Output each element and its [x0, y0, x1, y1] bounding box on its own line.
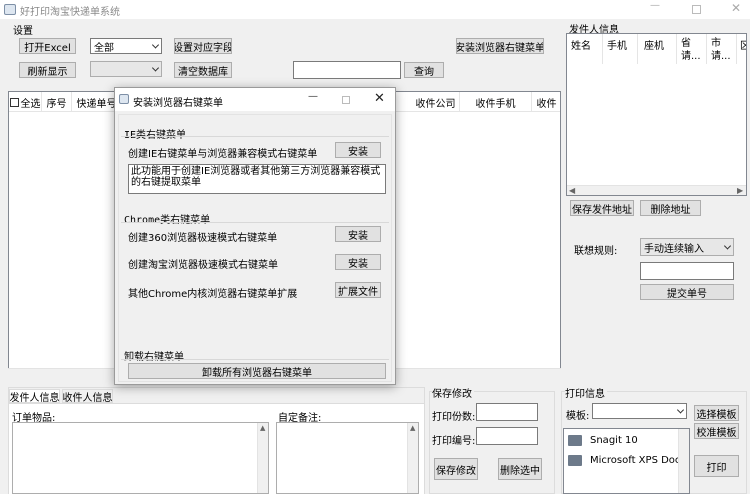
dialog-title-bar: 安装浏览器右键菜单 — ✕ — [115, 88, 395, 111]
minimize-icon[interactable]: — — [650, 0, 660, 11]
custom-note-scrollbar[interactable]: ▲ — [407, 423, 418, 493]
col-district[interactable]: 区 — [737, 34, 746, 64]
custom-note-textarea[interactable]: ▲ — [276, 422, 419, 494]
print-info-group-label: 打印信息 — [565, 385, 607, 400]
col-recipient[interactable]: 收件 — [532, 92, 560, 112]
checkbox[interactable] — [9, 97, 19, 107]
save-sender-address-button[interactable]: 保存发件地址 — [570, 200, 634, 216]
col-recipient-phone[interactable]: 收件手机 — [460, 92, 532, 112]
chevron-down-icon — [151, 41, 160, 49]
chrome-item-360: 创建360浏览器极速模式右键菜单 — [128, 233, 278, 244]
tab-sender-info[interactable]: 发件人信息 — [9, 389, 60, 403]
delete-address-button[interactable]: 删除地址 — [640, 200, 701, 216]
clear-db-button[interactable]: 清空数据库 — [174, 62, 232, 78]
close-icon[interactable]: ✕ — [374, 91, 385, 106]
scroll-left-icon[interactable]: ◀ — [569, 186, 575, 195]
submit-number-button[interactable]: 提交单号 — [640, 284, 734, 300]
printer-name: Microsoft XPS Docu — [590, 455, 687, 466]
divider — [121, 222, 389, 223]
window-title: 好打印淘宝快递单系统 — [20, 7, 120, 18]
install-360-button[interactable]: 安装 — [335, 226, 381, 242]
printer-list[interactable]: Snagit 10 Microsoft XPS Docu — [563, 428, 690, 494]
save-changes-button[interactable]: 保存修改 — [434, 458, 478, 480]
chevron-down-icon — [676, 406, 685, 414]
search-input[interactable] — [293, 61, 401, 79]
scroll-up-icon[interactable]: ▲ — [260, 424, 265, 432]
field-select[interactable] — [90, 61, 162, 77]
template-select[interactable] — [592, 403, 687, 419]
maximize-icon[interactable] — [692, 5, 701, 14]
col-city[interactable]: 市请... — [707, 34, 737, 64]
uninstall-all-button[interactable]: 卸载所有浏览器右键菜单 — [128, 363, 386, 379]
list-item[interactable]: Snagit 10 — [566, 433, 686, 449]
calibrate-template-button[interactable]: 校准模板 — [694, 423, 739, 439]
col-province[interactable]: 省请... — [677, 34, 707, 64]
select-all-header[interactable]: 全选 — [9, 92, 42, 112]
divider — [121, 359, 389, 360]
print-number-input[interactable] — [476, 427, 538, 445]
set-fields-button[interactable]: 设置对应字段 — [174, 38, 232, 54]
save-changes-group-label: 保存修改 — [432, 385, 474, 400]
print-count-input[interactable] — [476, 403, 538, 421]
chevron-down-icon — [151, 64, 160, 72]
extension-file-button[interactable]: 扩展文件 — [335, 282, 381, 298]
scroll-up-icon[interactable]: ▲ — [410, 424, 415, 432]
tracking-number-input[interactable] — [640, 262, 734, 280]
dialog-body: IE类右键菜单 创建IE右键菜单与浏览器兼容模式右键菜单 安装 此功能用于创建I… — [118, 114, 392, 382]
dialog-app-icon — [119, 94, 129, 104]
col-landline[interactable]: 座机 — [638, 34, 677, 64]
scroll-right-icon[interactable]: ▶ — [737, 186, 743, 195]
order-items-scrollbar[interactable]: ▲ — [257, 423, 268, 493]
install-menu-dialog: 安装浏览器右键菜单 — ✕ IE类右键菜单 创建IE右键菜单与浏览器兼容模式右键… — [114, 87, 396, 385]
assoc-rule-label: 联想规则: — [574, 246, 618, 257]
print-number-label: 打印编号: — [432, 436, 476, 447]
sender-hscrollbar[interactable]: ◀ ▶ — [567, 185, 746, 195]
sender-table[interactable]: 姓名 手机 座机 省请... 市请... 区 ◀ ▶ — [566, 33, 747, 196]
chrome-section-title: Chrome类右键菜单 — [124, 215, 211, 226]
delete-selected-button[interactable]: 删除选中 — [498, 458, 542, 480]
tab-receiver-info[interactable]: 收件人信息 — [62, 389, 113, 403]
print-count-label: 打印份数: — [432, 412, 476, 423]
minimize-icon[interactable]: — — [308, 91, 318, 102]
chrome-item-other: 其他Chrome内核浏览器右键菜单扩展 — [128, 289, 298, 300]
assoc-rule-select[interactable]: 手动连续输入 — [640, 238, 734, 256]
ie-section-title: IE类右键菜单 — [124, 130, 187, 141]
refresh-button[interactable]: 刷新显示 — [19, 62, 76, 78]
install-browser-menu-button[interactable]: 安装浏览器右键菜单 — [456, 38, 544, 54]
print-button[interactable]: 打印 — [694, 455, 739, 477]
close-icon[interactable]: ✕ — [731, 1, 741, 15]
open-excel-button[interactable]: 打开Excel — [19, 38, 76, 54]
query-button[interactable]: 查询 — [404, 62, 444, 78]
uninstall-section-title: 卸载右键菜单 — [124, 352, 184, 363]
printer-icon — [568, 435, 582, 446]
ie-item-label: 创建IE右键菜单与浏览器兼容模式右键菜单 — [128, 149, 318, 160]
settings-group-label: 设置 — [13, 26, 33, 37]
app-icon — [4, 4, 16, 15]
col-index[interactable]: 序号 — [42, 92, 72, 112]
title-bar: 好打印淘宝快递单系统 — ✕ — [0, 0, 750, 19]
chrome-item-taobao: 创建淘宝浏览器极速模式右键菜单 — [128, 260, 278, 271]
col-name[interactable]: 姓名 — [567, 34, 603, 64]
install-taobao-button[interactable]: 安装 — [335, 254, 381, 270]
list-item[interactable]: Microsoft XPS Docu — [566, 453, 687, 469]
order-items-textarea[interactable]: ▲ — [12, 422, 269, 494]
select-template-button[interactable]: 选择模板 — [694, 405, 739, 421]
template-label: 模板: — [566, 411, 590, 422]
maximize-icon[interactable] — [342, 96, 350, 104]
col-mobile[interactable]: 手机 — [603, 34, 638, 64]
ie-description: 此功能用于创建IE浏览器或者其他第三方浏览器兼容模式的右键提取菜单 — [128, 164, 386, 194]
dialog-title: 安装浏览器右键菜单 — [133, 98, 223, 109]
divider — [121, 136, 389, 137]
printer-icon — [568, 455, 582, 466]
printer-name: Snagit 10 — [590, 435, 638, 446]
col-recipient-company[interactable]: 收件公司 — [412, 92, 460, 112]
install-ie-button[interactable]: 安装 — [335, 142, 381, 158]
chevron-down-icon — [723, 242, 732, 250]
filter-select[interactable]: 全部 — [90, 38, 162, 54]
printer-list-scrollbar[interactable] — [678, 429, 689, 493]
